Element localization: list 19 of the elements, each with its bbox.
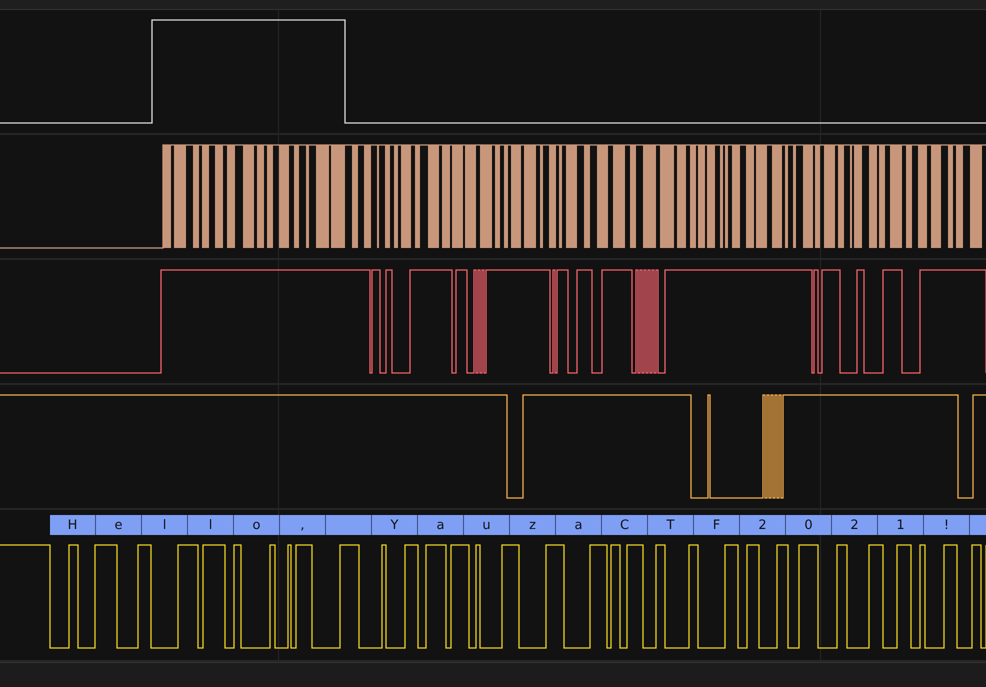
decoded-byte: C	[602, 515, 648, 535]
decoded-byte: 0	[786, 515, 832, 535]
decoded-byte: l	[188, 515, 234, 535]
decoded-byte: F	[694, 515, 740, 535]
decoded-byte: T	[648, 515, 694, 535]
decoded-byte: u	[464, 515, 510, 535]
decoded-byte: 2	[740, 515, 786, 535]
decoded-byte: z	[510, 515, 556, 535]
decoded-byte: l	[142, 515, 188, 535]
decoded-byte: o	[234, 515, 280, 535]
decoded-byte: H	[50, 515, 96, 535]
decoded-byte: 2	[832, 515, 878, 535]
decoded-byte: ,	[280, 515, 326, 535]
decoded-byte: Y	[372, 515, 418, 535]
decoded-byte: a	[418, 515, 464, 535]
decoded-byte: 1	[878, 515, 924, 535]
decoded-byte: e	[96, 515, 142, 535]
decoded-byte: a	[556, 515, 602, 535]
decoded-byte: !	[924, 515, 970, 535]
